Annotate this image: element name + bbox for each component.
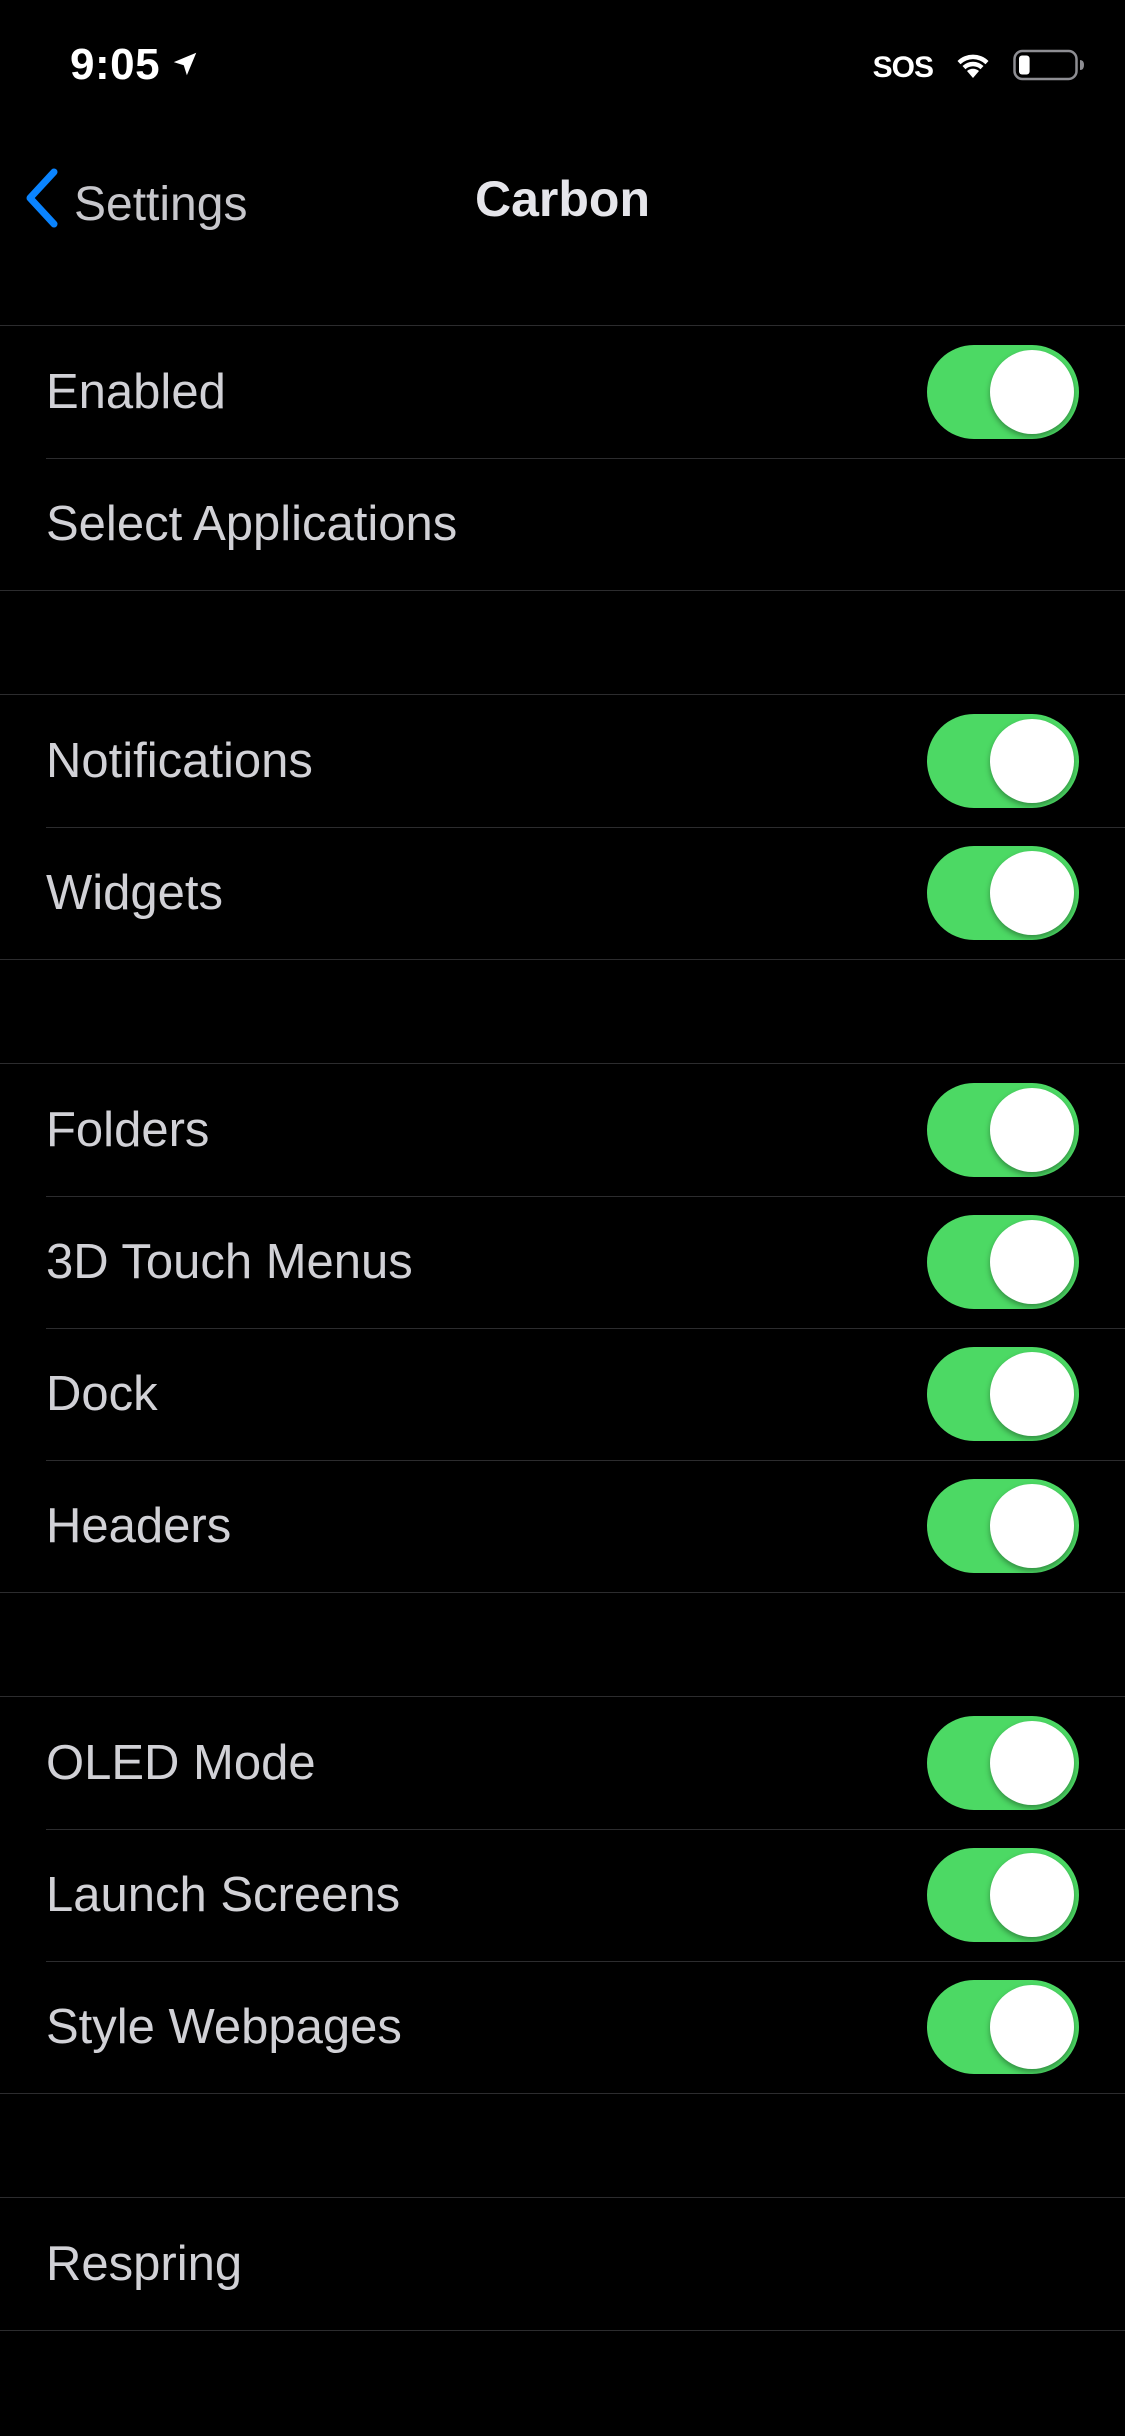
folders-toggle[interactable] <box>927 1083 1079 1177</box>
status-time: 9:05 <box>70 40 161 89</box>
row-label: Select Applications <box>46 497 458 551</box>
row-label: Respring <box>46 2237 243 2291</box>
toggle-knob <box>990 1220 1074 1304</box>
toggle-knob <box>990 1484 1074 1568</box>
row-dock[interactable]: Dock <box>0 1328 1125 1460</box>
row-label: Folders <box>46 1103 210 1157</box>
section-appearance: OLED Mode Launch Screens Style Webpages <box>0 1696 1125 2094</box>
toggle-knob <box>990 1853 1074 1937</box>
row-folders[interactable]: Folders <box>0 1064 1125 1196</box>
3d-touch-menus-toggle[interactable] <box>927 1215 1079 1309</box>
row-select-applications[interactable]: Select Applications <box>0 458 1125 590</box>
dock-toggle[interactable] <box>927 1347 1079 1441</box>
headers-toggle[interactable] <box>927 1479 1079 1573</box>
toggle-knob <box>990 350 1074 434</box>
row-label: Dock <box>46 1367 158 1421</box>
section-respring: Respring <box>0 2197 1125 2331</box>
toggle-knob <box>990 1352 1074 1436</box>
notifications-toggle[interactable] <box>927 714 1079 808</box>
row-3d-touch-menus[interactable]: 3D Touch Menus <box>0 1196 1125 1328</box>
row-label: Enabled <box>46 365 226 419</box>
row-widgets[interactable]: Widgets <box>0 827 1125 959</box>
row-enabled[interactable]: Enabled <box>0 326 1125 458</box>
row-label: Launch Screens <box>46 1868 401 1922</box>
toggle-knob <box>990 719 1074 803</box>
row-oled-mode[interactable]: OLED Mode <box>0 1697 1125 1829</box>
section-notifications-widgets: Notifications Widgets <box>0 694 1125 960</box>
sos-indicator: SOS <box>872 50 934 84</box>
row-label: OLED Mode <box>46 1736 316 1790</box>
toggle-knob <box>990 1088 1074 1172</box>
row-headers[interactable]: Headers <box>0 1460 1125 1592</box>
respring-button[interactable]: Respring <box>0 2198 1125 2330</box>
status-bar: 9:05 SOS <box>0 0 1125 140</box>
status-indicators: SOS <box>873 48 1085 87</box>
section-springboard: Folders 3D Touch Menus Dock Headers <box>0 1063 1125 1593</box>
oled-mode-toggle[interactable] <box>927 1716 1079 1810</box>
row-notifications[interactable]: Notifications <box>0 695 1125 827</box>
wifi-icon <box>953 50 993 85</box>
row-label: Notifications <box>46 734 313 788</box>
battery-icon <box>1013 48 1085 87</box>
row-launch-screens[interactable]: Launch Screens <box>0 1829 1125 1961</box>
enabled-toggle[interactable] <box>927 345 1079 439</box>
style-webpages-toggle[interactable] <box>927 1980 1079 2074</box>
launch-screens-toggle[interactable] <box>927 1848 1079 1942</box>
row-label: Headers <box>46 1499 232 1553</box>
toggle-knob <box>990 1985 1074 2069</box>
page-title: Carbon <box>475 171 650 227</box>
row-label: Widgets <box>46 866 224 920</box>
toggle-knob <box>990 851 1074 935</box>
row-label: Style Webpages <box>46 2000 402 2054</box>
navigation-bar: Settings Carbon <box>0 140 1125 260</box>
row-style-webpages[interactable]: Style Webpages <box>0 1961 1125 2093</box>
toggle-knob <box>990 1721 1074 1805</box>
widgets-toggle[interactable] <box>927 846 1079 940</box>
row-label: 3D Touch Menus <box>46 1235 413 1289</box>
status-time-group: 9:05 <box>70 40 200 90</box>
section-general: Enabled Select Applications <box>0 325 1125 591</box>
location-arrow-icon <box>170 40 200 90</box>
